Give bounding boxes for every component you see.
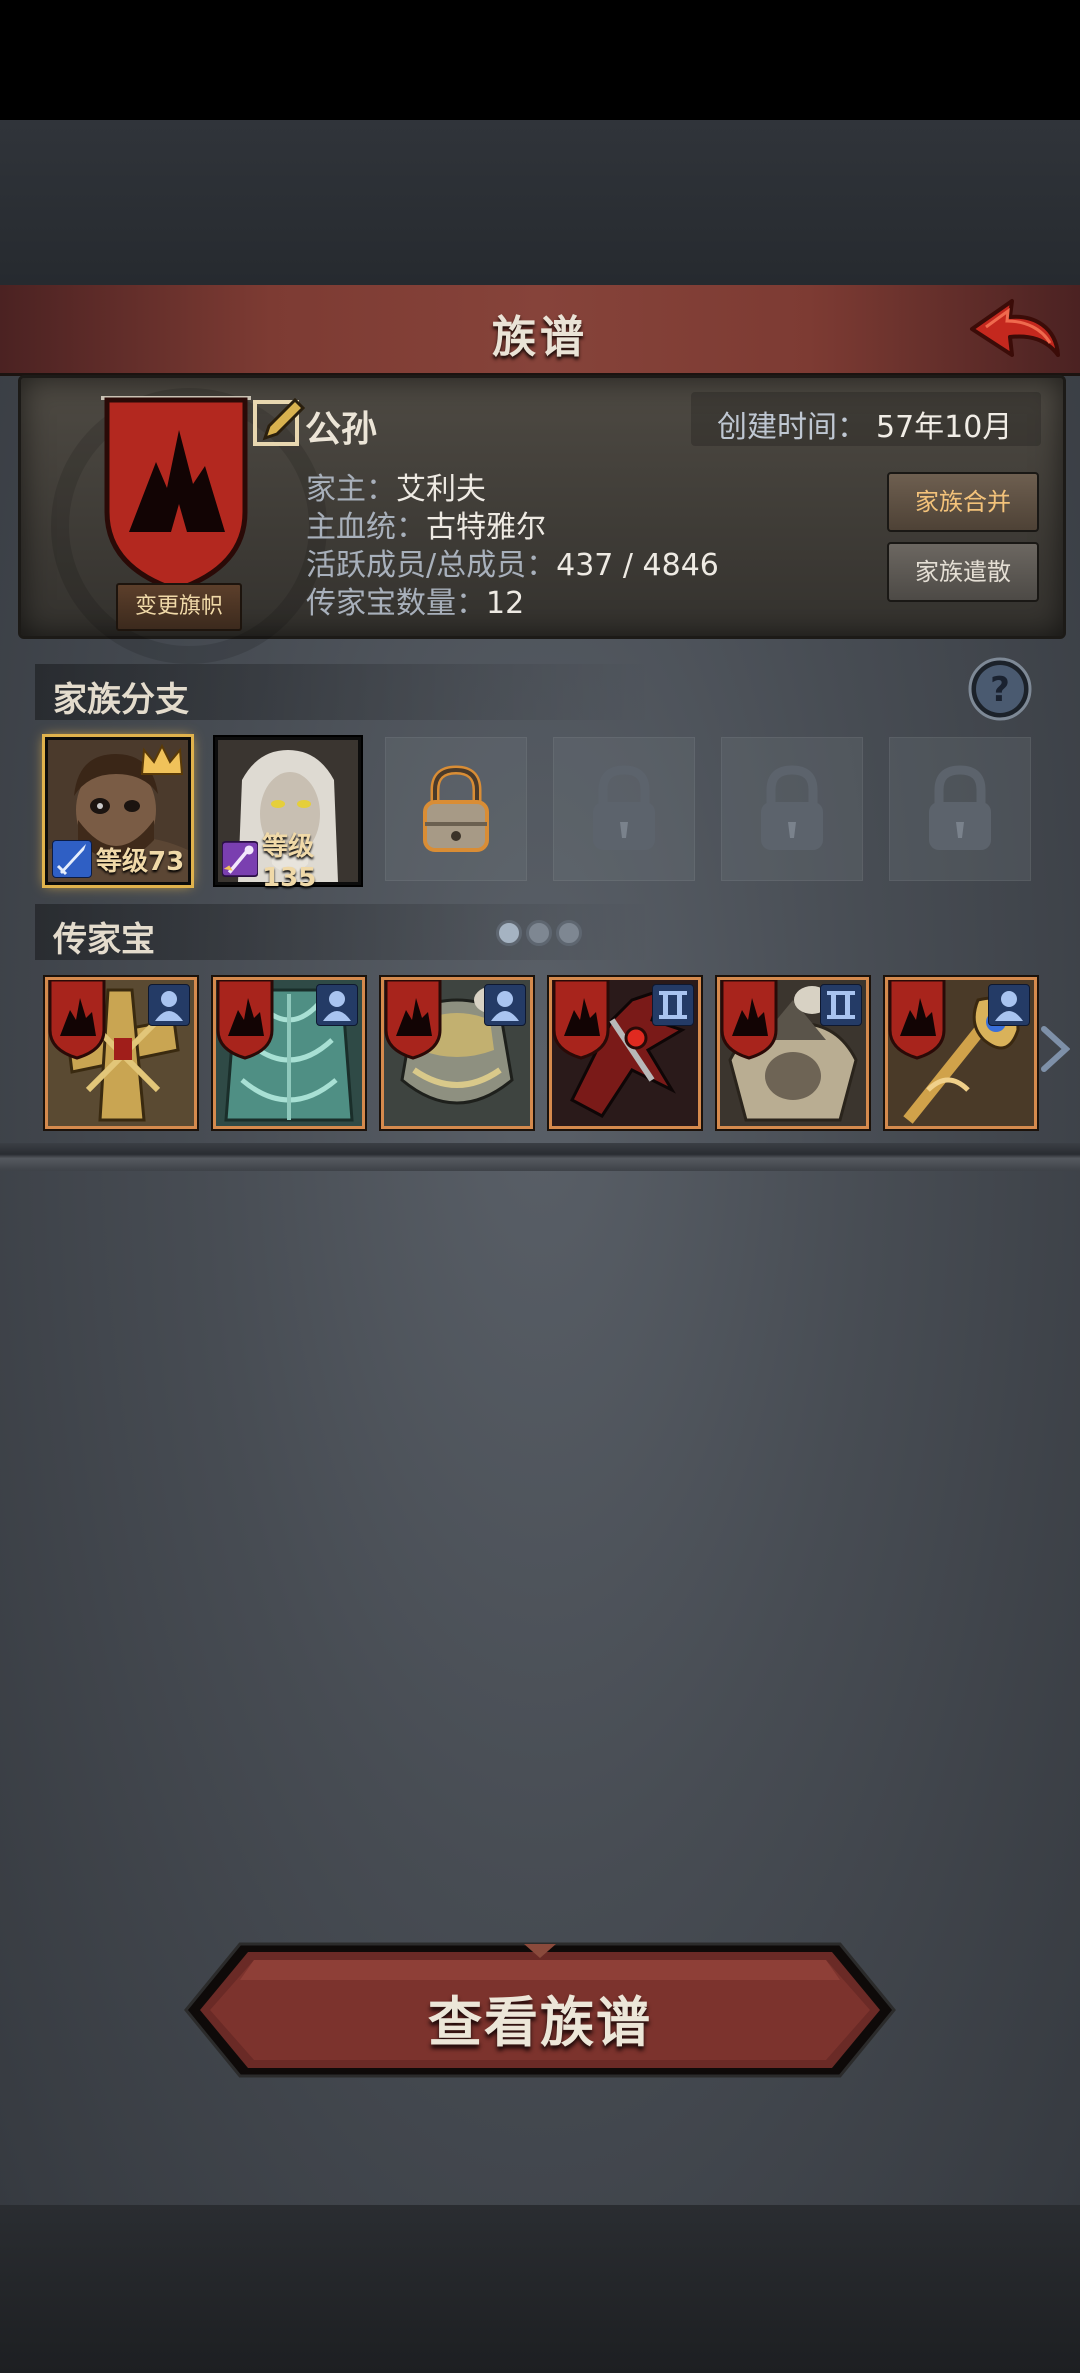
heirloom-count-row: 传家宝数量：12 — [306, 578, 524, 622]
person-icon — [484, 984, 526, 1026]
padlock-icon — [593, 765, 655, 850]
members-value: 437 / 4846 — [556, 548, 719, 583]
heirloom-item-1[interactable] — [45, 977, 197, 1129]
created-time-value: 57年10月 — [876, 410, 1013, 445]
heirloom-count-value: 12 — [486, 586, 525, 621]
bottom-bar — [0, 2205, 1080, 2373]
family-flag-icon — [552, 980, 610, 1060]
family-flag-icon — [216, 980, 274, 1060]
padlock-icon — [929, 765, 991, 850]
svg-text:?: ? — [990, 670, 1010, 710]
family-disband-button[interactable]: 家族遣散 — [887, 542, 1039, 602]
section-divider — [0, 1143, 1080, 1171]
family-info-panel: 变更旗帜 公孙 创建时间： 57年10月 家主：艾利夫 主血统：古特雅尔 活跃成… — [18, 375, 1066, 664]
back-arrow-icon[interactable] — [964, 293, 1064, 365]
family-name: 公孙 — [305, 409, 378, 450]
person-icon — [316, 984, 358, 1026]
branch-slot-2[interactable]: 等级135 — [215, 737, 361, 893]
padlock-icon — [761, 765, 823, 850]
heirlooms-title: 传家宝 — [53, 920, 155, 960]
heirloom-count-label: 传家宝数量： — [306, 586, 486, 621]
page-title: 族谱 — [492, 312, 588, 363]
family-flag-icon — [720, 980, 778, 1060]
family-flag-icon — [48, 980, 106, 1060]
view-family-tree-button[interactable] — [180, 1940, 900, 2080]
created-time-label: 创建时间： — [717, 410, 867, 445]
branch-slot-5 — [721, 737, 863, 881]
crown-icon — [140, 744, 184, 775]
branches-title: 家族分支 — [53, 680, 189, 720]
person-icon — [148, 984, 190, 1026]
roman-two-icon — [652, 984, 694, 1026]
padlock-open-icon — [423, 765, 489, 852]
branch-level: 等级135 — [262, 831, 317, 893]
help-icon[interactable]: ? — [967, 656, 1033, 722]
game-screen: 族谱 变更旗帜 公孙 创建时间： 57年10月 家主：艾利夫 主血统：古特雅尔 — [0, 0, 1080, 2373]
branch-slot-3[interactable] — [385, 737, 527, 881]
page-dot-1[interactable] — [496, 920, 522, 946]
sword-class-icon — [52, 840, 92, 878]
branch-slot-1[interactable]: 等级73 — [45, 737, 191, 885]
heirloom-item-3[interactable] — [381, 977, 533, 1129]
heirloom-item-4[interactable] — [549, 977, 701, 1129]
chevron-right-icon[interactable] — [1040, 1025, 1070, 1073]
level-badge: 等级73 — [52, 840, 184, 878]
level-badge: 等级135 — [222, 832, 358, 893]
page-dot-2[interactable] — [526, 920, 552, 946]
family-flag-icon — [384, 980, 442, 1060]
family-merge-button[interactable]: 家族合并 — [887, 472, 1039, 532]
branch-slot-4 — [553, 737, 695, 881]
heirloom-item-5[interactable] — [717, 977, 869, 1129]
person-icon — [988, 984, 1030, 1026]
family-flag-icon — [888, 980, 946, 1060]
branch-slot-6 — [889, 737, 1031, 881]
page-dot-3[interactable] — [556, 920, 582, 946]
status-bar-area — [0, 0, 1080, 120]
title-bar: 族谱 — [0, 285, 1080, 376]
change-flag-button[interactable]: 变更旗帜 — [116, 583, 242, 631]
branches-header: 家族分支 — [35, 664, 655, 720]
staff-class-icon — [222, 840, 259, 878]
top-backdrop — [0, 120, 1080, 285]
heirloom-item-6[interactable] — [885, 977, 1037, 1129]
branch-level: 等级73 — [96, 846, 185, 877]
family-banner-icon — [101, 396, 251, 592]
edit-name-icon[interactable] — [251, 394, 307, 450]
roman-two-icon — [820, 984, 862, 1026]
heirloom-item-2[interactable] — [213, 977, 365, 1129]
